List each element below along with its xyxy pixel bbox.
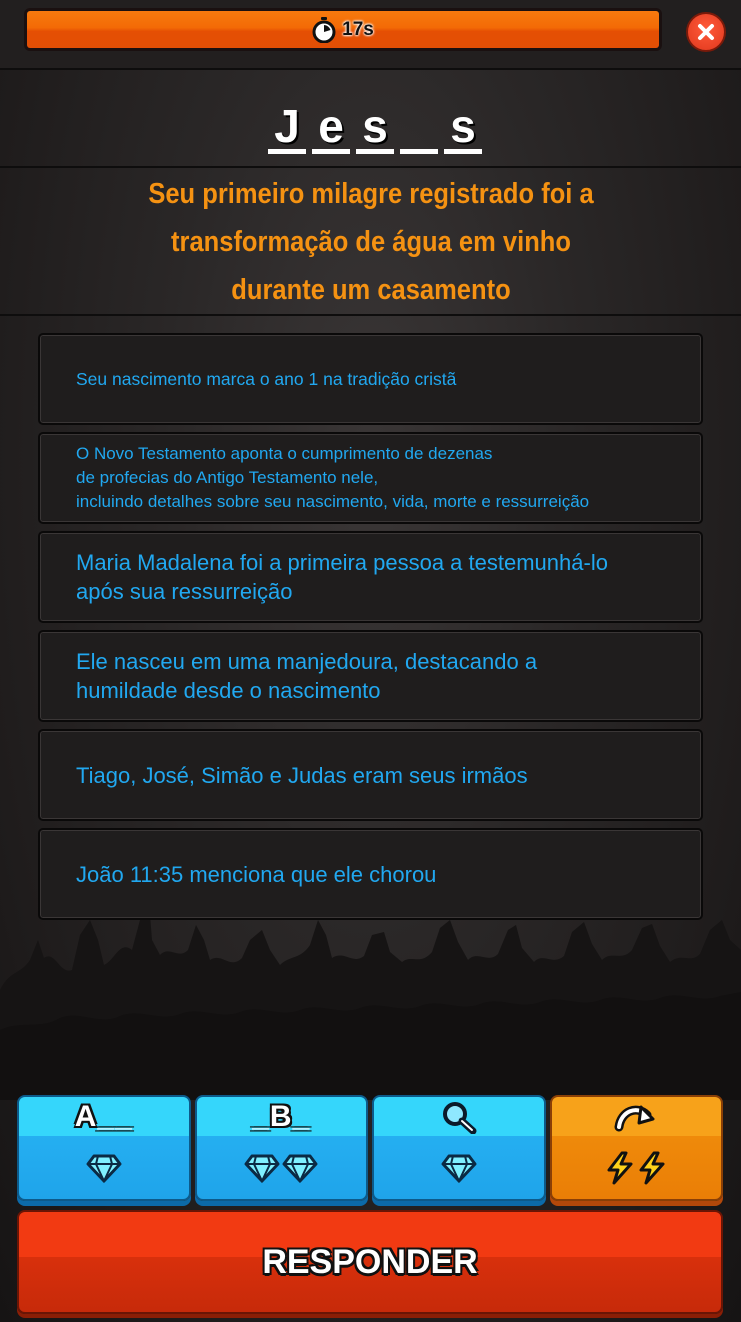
hint-card: João 11:35 menciona que ele chorou xyxy=(38,828,703,920)
powerup-label: A__ xyxy=(74,1100,133,1133)
hint-text: João 11:35 menciona que ele chorou xyxy=(76,861,437,887)
stopwatch-icon xyxy=(312,16,336,43)
close-button[interactable] xyxy=(686,12,726,52)
skip-arrow-icon xyxy=(614,1105,655,1132)
letter-slot[interactable]: s xyxy=(444,102,482,154)
letter-slots: J e s s xyxy=(268,102,482,154)
hint-text: Tiago, José, Simão e Judas eram seus irm… xyxy=(76,762,528,788)
clue-line: transformação de água em vinho xyxy=(170,226,571,258)
answer-word: J e s s xyxy=(0,72,741,168)
hint-card: Seu nascimento marca o ano 1 na tradição… xyxy=(38,333,703,425)
letter-slot[interactable]: s xyxy=(356,102,394,154)
reveal-middle-letter-button[interactable]: _B_ xyxy=(194,1095,368,1201)
clue-text: Seu primeiro milagre registrado foi a tr… xyxy=(98,170,644,314)
diamond-icon xyxy=(282,1154,318,1183)
clue-line: durante um casamento xyxy=(230,274,511,306)
hint-text: de profecias do Antigo Testamento nele, xyxy=(76,468,379,487)
powerup-bar: A__ _B_ xyxy=(17,1095,723,1203)
hint-text: incluindo detalhes sobre seu nascimento,… xyxy=(76,492,590,511)
hint-text: O Novo Testamento aponta o cumprimento d… xyxy=(76,444,493,463)
hint-text: Ele nasceu em uma manjedoura, destacando… xyxy=(76,649,538,674)
magnifier-icon xyxy=(442,1102,477,1134)
diamond-icon xyxy=(86,1154,122,1183)
hint-card: Maria Madalena foi a primeira pessoa a t… xyxy=(38,531,703,623)
clue-area: Seu primeiro milagre registrado foi a tr… xyxy=(0,170,741,316)
hint-card: Ele nasceu em uma manjedoura, destacando… xyxy=(38,630,703,722)
hint-text: após sua ressurreição xyxy=(76,579,293,604)
respond-label: RESPONDER xyxy=(262,1242,478,1281)
diamond-icon xyxy=(441,1154,477,1183)
timer-text: 17s xyxy=(342,18,374,40)
timer-bar: 17s xyxy=(24,8,662,51)
hint-text: humildade desde o nascimento xyxy=(76,678,381,703)
letter-slot[interactable]: J xyxy=(268,102,306,154)
letter-slot[interactable]: e xyxy=(312,102,350,154)
powerup-label: _B_ xyxy=(252,1100,311,1133)
timer-label: 17s xyxy=(27,11,659,48)
hint-list: Seu nascimento marca o ano 1 na tradição… xyxy=(38,333,703,927)
top-bar: 17s xyxy=(0,0,741,70)
hint-text: Maria Madalena foi a primeira pessoa a t… xyxy=(76,550,608,575)
close-icon xyxy=(698,24,714,40)
clue-line: Seu primeiro milagre registrado foi a xyxy=(147,178,594,210)
lightning-icon xyxy=(639,1151,665,1185)
reveal-first-letter-button[interactable]: A__ xyxy=(17,1095,191,1201)
hint-card: Tiago, José, Simão e Judas eram seus irm… xyxy=(38,729,703,821)
hint-card: O Novo Testamento aponta o cumprimento d… xyxy=(38,432,703,524)
skip-button[interactable] xyxy=(549,1095,723,1201)
hint-text: Seu nascimento marca o ano 1 na tradição… xyxy=(76,369,457,389)
letter-slot[interactable] xyxy=(400,102,438,154)
search-hint-button[interactable] xyxy=(372,1095,546,1201)
respond-button[interactable]: RESPONDER xyxy=(17,1210,723,1314)
diamond-icon xyxy=(244,1154,280,1183)
lightning-icon xyxy=(607,1151,633,1185)
